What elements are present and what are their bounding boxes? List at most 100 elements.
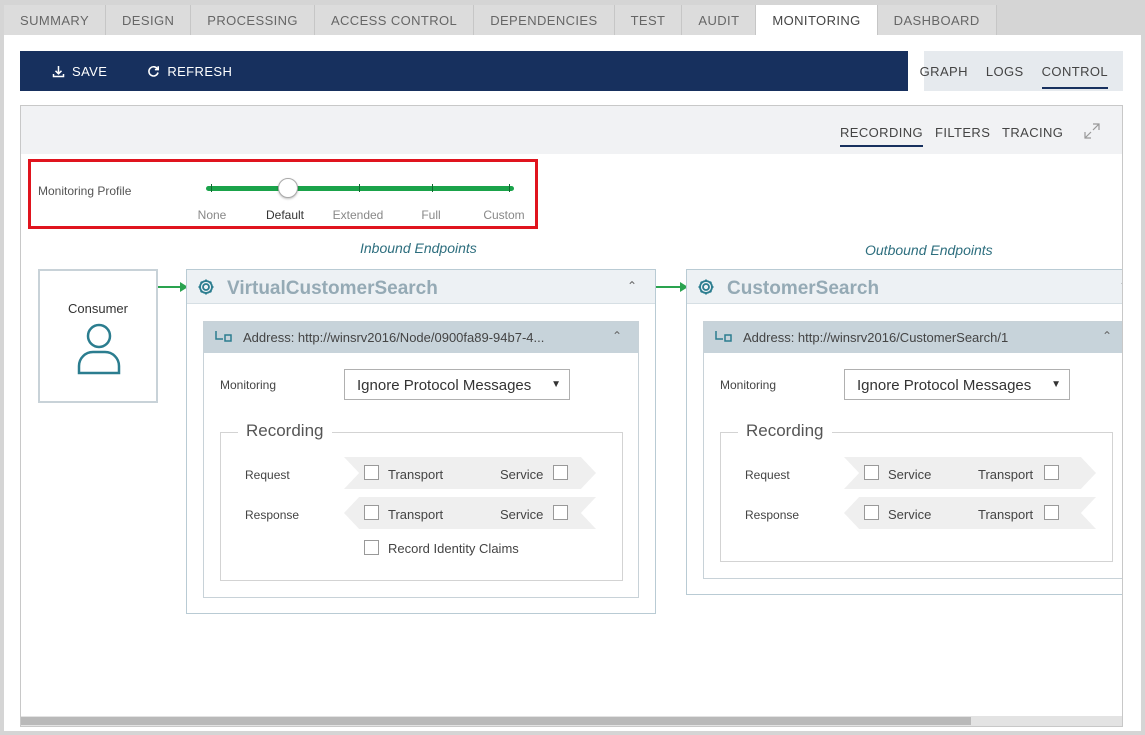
endpoint-address: Address: http://winsrv2016/CustomerSearc… [743,330,1009,345]
tab-dependencies[interactable]: DEPENDENCIES [474,5,615,35]
monitoring-select[interactable]: Ignore Protocol Messages ▼ [344,369,570,400]
control-panel: RECORDING FILTERS TRACING Monitoring Pro… [20,105,1123,727]
response-label: Response [245,508,300,522]
save-label: SAVE [72,63,108,79]
chevron-down-icon: ▼ [1051,379,1061,390]
request-service-label: Service [500,467,544,482]
response-transport-checkbox[interactable] [364,505,379,520]
user-icon [77,323,121,375]
gear-icon[interactable] [197,278,215,296]
monitoring-profile-slider-thumb[interactable] [278,178,298,198]
horizontal-scrollbar[interactable] [21,716,1122,726]
endpoint-icon [715,331,732,342]
collapse-icon[interactable]: ⌃ [627,279,637,293]
response-transport-label: Transport [388,507,444,522]
monitoring-select-value: Ignore Protocol Messages [357,377,532,394]
expand-icon[interactable] [1083,122,1101,140]
view-tab-graph[interactable]: GRAPH [920,51,968,91]
collapse-icon[interactable]: ⌃ [1119,279,1122,293]
monitoring-select[interactable]: Ignore Protocol Messages ▼ [844,369,1070,400]
monitoring-label: Monitoring [220,378,277,392]
request-label: Request [745,468,790,482]
save-button[interactable]: SAVE [52,64,107,79]
monitoring-select-value: Ignore Protocol Messages [857,377,1032,394]
tab-test[interactable]: TEST [614,5,683,35]
view-tabs: GRAPH LOGS CONTROL [920,51,1123,91]
request-label: Request [245,468,290,482]
panel-tab-tracing[interactable]: TRACING [1002,125,1063,140]
slider-tick [211,184,212,192]
profile-level-full[interactable]: Full [421,208,440,222]
refresh-button[interactable]: REFRESH [147,64,232,79]
profile-level-none[interactable]: None [198,208,227,222]
tab-processing[interactable]: PROCESSING [191,5,315,35]
gear-icon[interactable] [697,278,715,296]
response-transport-checkbox[interactable] [1044,505,1059,520]
slider-tick [509,184,510,192]
service-virtualcustomersearch: VirtualCustomerSearch ⌃ Address: http://… [186,269,656,614]
consumer-label: Consumer [68,301,128,316]
service-header: CustomerSearch ⌃ [687,270,1122,304]
endpoint-address: Address: http://winsrv2016/Node/0900fa89… [243,330,545,345]
request-service-checkbox[interactable] [864,465,879,480]
slider-tick [359,184,360,192]
profile-level-extended[interactable]: Extended [333,208,384,222]
endpoint-header: Address: http://winsrv2016/CustomerSearc… [704,322,1122,353]
monitoring-profile-label: Monitoring Profile [38,184,132,198]
endpoint-card: Address: http://winsrv2016/Node/0900fa89… [203,321,639,598]
monitoring-label: Monitoring [720,378,777,392]
tab-summary[interactable]: SUMMARY [4,5,107,35]
request-service-checkbox[interactable] [553,465,568,480]
request-transport-checkbox[interactable] [1044,465,1059,480]
response-service-label: Service [888,507,932,522]
inbound-endpoints-title: Inbound Endpoints [360,240,477,256]
main-tabbar: SUMMARY DESIGN PROCESSING ACCESS CONTROL… [4,5,997,35]
profile-level-custom[interactable]: Custom [483,208,524,222]
collapse-icon[interactable]: ⌃ [612,329,622,343]
view-tab-logs[interactable]: LOGS [986,51,1024,91]
response-label: Response [745,508,800,522]
record-identity-claims-checkbox[interactable] [364,540,379,555]
recording-title: Recording [738,421,832,441]
response-service-checkbox[interactable] [553,505,568,520]
tab-dashboard[interactable]: DASHBOARD [877,5,997,35]
recording-title: Recording [238,421,332,441]
connector-arrow [656,282,688,292]
tab-access-control[interactable]: ACCESS CONTROL [314,5,475,35]
view-tab-control[interactable]: CONTROL [1041,51,1109,91]
request-service-label: Service [888,467,932,482]
consumer-node[interactable]: Consumer [38,269,158,403]
slider-tick [432,184,433,192]
tab-monitoring[interactable]: MONITORING [756,5,878,35]
scrollbar-thumb[interactable] [21,717,971,725]
service-name: VirtualCustomerSearch [227,278,438,299]
request-transport-label: Transport [978,467,1034,482]
download-icon [52,65,65,77]
recording-group: Recording Request Transport Service Resp… [220,421,623,581]
tab-audit[interactable]: AUDIT [682,5,757,35]
collapse-icon[interactable]: ⌃ [1102,329,1112,343]
panel-tab-recording[interactable]: RECORDING [840,125,924,147]
connector-arrow [158,282,188,292]
panel-tab-filters[interactable]: FILTERS [935,125,990,140]
toolbar: SAVE REFRESH [20,51,908,91]
service-header: VirtualCustomerSearch ⌃ [187,270,655,304]
response-service-checkbox[interactable] [864,505,879,520]
outbound-endpoints-title: Outbound Endpoints [865,242,993,258]
request-transport-label: Transport [388,467,444,482]
refresh-icon [148,65,160,77]
profile-level-default[interactable]: Default [266,208,304,222]
monitoring-profile-slider-track[interactable] [206,186,514,191]
endpoint-header: Address: http://winsrv2016/Node/0900fa89… [204,322,638,353]
response-transport-label: Transport [978,507,1034,522]
endpoint-card: Address: http://winsrv2016/CustomerSearc… [703,321,1122,579]
service-name: CustomerSearch [727,278,880,299]
chevron-down-icon: ▼ [551,379,561,390]
record-identity-claims-label: Record Identity Claims [388,541,519,556]
monitoring-profile-highlight: Monitoring Profile None Default Extended… [28,159,538,229]
response-service-label: Service [500,507,544,522]
recording-group: Recording Request Service Transport Resp… [720,421,1113,562]
request-transport-checkbox[interactable] [364,465,379,480]
tab-design[interactable]: DESIGN [106,5,192,35]
refresh-label: REFRESH [167,63,233,79]
